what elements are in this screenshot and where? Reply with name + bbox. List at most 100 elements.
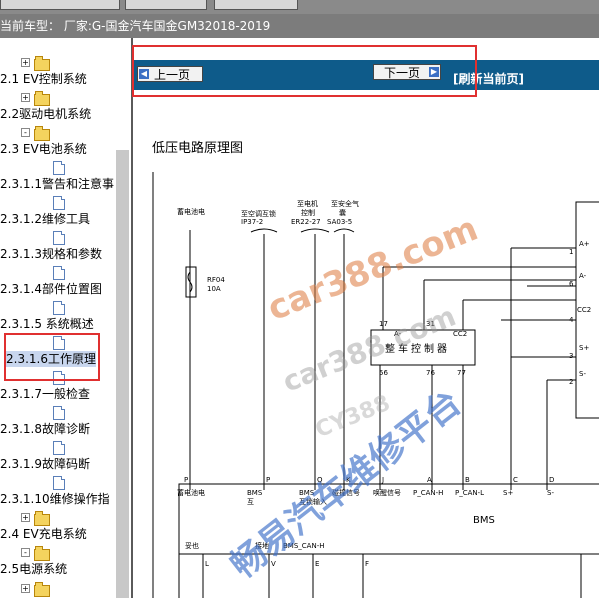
pin-letter: A <box>427 476 432 484</box>
vcu-pin: 77 <box>457 369 466 377</box>
highlight-box-selected <box>4 333 100 381</box>
sidebar-item-drive-motor[interactable]: 2.2驱动电机系统 <box>0 106 91 122</box>
bms-pin-label: 碰撞信号 <box>332 488 360 497</box>
pin-letter: L <box>205 560 209 568</box>
car-model-label: 当前车型： <box>0 19 61 33</box>
toolbar-button-2[interactable] <box>125 0 207 10</box>
bms-pin-label: BMS <box>299 489 315 497</box>
document-icon <box>53 441 65 455</box>
battery-label: 蓄电池电 <box>177 207 205 216</box>
sidebar-item-locations[interactable]: 2.3.1.4部件位置图 <box>0 281 102 297</box>
pin-letter: V <box>271 560 276 568</box>
bms-pin-label: BMS <box>247 489 263 497</box>
right-pin: 4 <box>569 316 574 324</box>
vcu-pin: 76 <box>426 369 435 377</box>
sidebar-scrollbar[interactable] <box>116 150 129 598</box>
sidebar-item-tools[interactable]: 2.3.1.2维修工具 <box>0 211 90 227</box>
toolbar-button-3[interactable] <box>214 0 298 10</box>
expand-icon[interactable]: + <box>21 58 30 67</box>
folder-icon <box>34 56 50 71</box>
right-pin: CC2 <box>577 306 591 314</box>
bms-label: BMS <box>473 515 495 526</box>
bms-bottom-label: 妥也 <box>185 541 199 550</box>
right-pin: 2 <box>569 378 573 386</box>
car-model-value: 厂家:G-国金汽车国金GM32018-2019 <box>63 19 271 33</box>
sidebar-item-repair-guide[interactable]: 2.3.1.10维修操作指 <box>0 491 110 507</box>
pin-letter: K <box>346 476 351 484</box>
sidebar-item-diagnosis[interactable]: 2.3.1.8故障诊断 <box>0 421 90 437</box>
bms-pin-label: S+ <box>503 489 513 497</box>
document-icon <box>53 266 65 280</box>
collapse-icon[interactable]: - <box>21 548 30 557</box>
airbag-label-a: 至安全气 <box>331 199 359 208</box>
pin-letter: F <box>365 560 369 568</box>
right-pin: A- <box>579 272 587 280</box>
vcu-pin: CC2 <box>453 330 467 338</box>
sidebar-item-warnings[interactable]: 2.3.1.1警告和注意事 <box>0 176 114 192</box>
fuse-rating: 10A <box>207 285 221 293</box>
right-pin: S- <box>579 370 586 378</box>
motor-label-a: 至电机 <box>297 199 318 208</box>
folder-open-icon <box>34 126 50 141</box>
pin-letter: P <box>184 476 188 484</box>
folder-open-icon <box>34 546 50 561</box>
fuse-name: RF04 <box>207 276 225 284</box>
bms-pin-label: 蓄电池电 <box>177 488 205 497</box>
ac-interlock-pin: IP37-2 <box>241 218 263 226</box>
document-icon <box>53 196 65 210</box>
right-pin: A+ <box>579 240 590 248</box>
document-icon <box>53 301 65 315</box>
sidebar-item-ev-battery[interactable]: 2.3 EV电池系统 <box>0 141 87 157</box>
highlight-box-nav <box>132 45 477 97</box>
pin-letter: E <box>315 560 319 568</box>
collapse-icon[interactable]: - <box>21 128 30 137</box>
circuit-diagram: 蓄电池电 RF04 10A 至空调互锁 IP37-2 至电机 控制 ER22-2… <box>152 172 599 598</box>
bms-bottom-label: BMS_CAN-H <box>283 542 325 550</box>
document-icon <box>53 161 65 175</box>
airbag-label-c: SA03-5 <box>327 218 352 226</box>
document-icon <box>53 476 65 490</box>
document-icon <box>53 406 65 420</box>
pin-letter: B <box>465 476 470 484</box>
bms-pin-sublabel: 互 <box>247 498 254 506</box>
sidebar-item-ev-control[interactable]: 2.1 EV控制系统 <box>0 71 87 87</box>
sidebar-item-dtc[interactable]: 2.3.1.9故障码断 <box>0 456 90 472</box>
folder-icon <box>34 511 50 526</box>
sidebar-item-power[interactable]: 2.5电源系统 <box>0 561 67 577</box>
pin-letter: P <box>266 476 270 484</box>
bms-pin-label: P_CAN-L <box>455 489 484 497</box>
expand-icon[interactable]: + <box>21 93 30 102</box>
bms-pin-label: 唤醒信号 <box>373 488 401 497</box>
pin-letter: Q <box>317 476 323 484</box>
vcu-label: 整车控制器 <box>385 342 450 355</box>
sidebar-item-general-check[interactable]: 2.3.1.7一般检查 <box>0 386 90 402</box>
vcu-pin: 17 <box>379 320 388 328</box>
sidebar-item-overview[interactable]: 2.3.1.5 系统概述 <box>0 316 94 332</box>
bms-pin-label: S- <box>547 489 554 497</box>
right-pin: 6 <box>569 280 574 288</box>
sidebar-item-specs[interactable]: 2.3.1.3规格和参数 <box>0 246 102 262</box>
folder-icon <box>34 582 50 597</box>
pin-letter: D <box>549 476 554 484</box>
document-icon <box>53 231 65 245</box>
motor-label-c: ER22-27 <box>291 218 321 226</box>
sidebar-item-ev-charging[interactable]: 2.4 EV充电系统 <box>0 526 87 542</box>
airbag-label-b: 囊 <box>339 208 346 217</box>
right-pin: 3 <box>569 352 573 360</box>
expand-icon[interactable]: + <box>21 513 30 522</box>
toolbar-button-1[interactable] <box>0 0 120 10</box>
vcu-pin: 56 <box>379 369 388 377</box>
top-toolbar <box>0 0 599 14</box>
motor-label-b: 控制 <box>301 208 315 217</box>
vcu-pin: A- <box>394 330 402 338</box>
page-title: 低压电路原理图 <box>152 141 244 156</box>
bms-bottom-label: 接地 <box>255 541 269 550</box>
vcu-pin: 31 <box>426 320 435 328</box>
expand-icon[interactable]: + <box>21 584 30 593</box>
bms-pin-sublabel: 互锁输入 <box>299 497 327 506</box>
right-pin: 1 <box>569 248 573 256</box>
pin-letter: C <box>513 476 518 484</box>
right-pin: S+ <box>579 344 589 352</box>
folder-icon <box>34 91 50 106</box>
car-model-bar: 当前车型： 厂家:G-国金汽车国金GM32018-2019 <box>0 14 599 38</box>
